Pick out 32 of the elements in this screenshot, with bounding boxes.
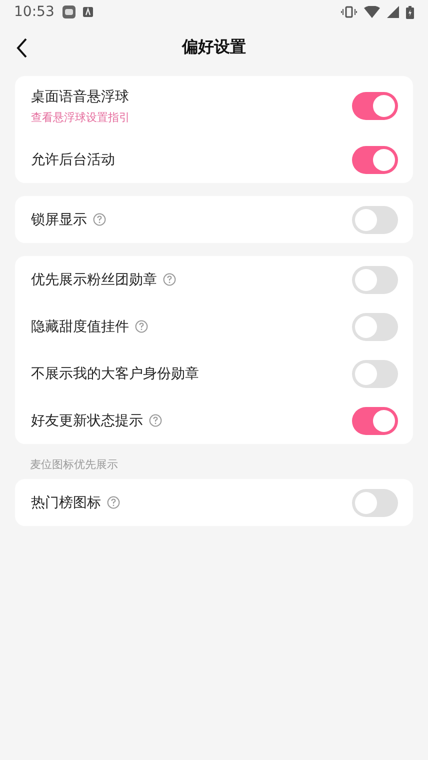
help-icon[interactable] — [93, 213, 106, 226]
setting-label: 好友更新状态提示 — [31, 412, 143, 430]
battery-icon — [406, 6, 414, 18]
help-icon[interactable] — [107, 496, 120, 509]
toggle-switch[interactable] — [352, 206, 398, 234]
section-caption: 麦位图标优先展示 — [30, 457, 119, 472]
toggle-switch[interactable] — [352, 312, 398, 340]
setting-label: 隐藏甜度值挂件 — [31, 318, 129, 336]
vibrate-icon — [341, 6, 357, 18]
help-icon[interactable] — [163, 273, 176, 286]
app-notification-icon — [62, 5, 76, 19]
page-title: 偏好设置 — [182, 36, 246, 58]
toggle-switch[interactable] — [352, 266, 398, 294]
signal-icon — [387, 6, 399, 18]
toggle-switch[interactable] — [352, 360, 398, 388]
setting-label: 不展示我的大客户身份勋章 — [31, 364, 199, 382]
status-time: 10:53 — [14, 4, 54, 20]
setting-label: 允许后台活动 — [31, 150, 115, 168]
setting-label: 优先展示粉丝团勋章 — [31, 270, 157, 288]
setting-label: 热门榜图标 — [31, 494, 101, 512]
notification-icon — [83, 7, 94, 17]
toggle-switch[interactable] — [352, 406, 398, 434]
setting-label: 锁屏显示 — [31, 210, 87, 228]
wifi-icon — [364, 6, 380, 18]
help-icon[interactable] — [135, 320, 148, 333]
toggle-switch[interactable] — [352, 488, 398, 516]
setting-label: 桌面语音悬浮球 — [31, 88, 129, 106]
back-icon — [16, 38, 28, 58]
toggle-switch[interactable] — [352, 92, 398, 120]
toggle-switch[interactable] — [352, 146, 398, 174]
help-icon[interactable] — [149, 414, 162, 427]
guide-link[interactable]: 查看悬浮球设置指引 — [31, 110, 130, 124]
